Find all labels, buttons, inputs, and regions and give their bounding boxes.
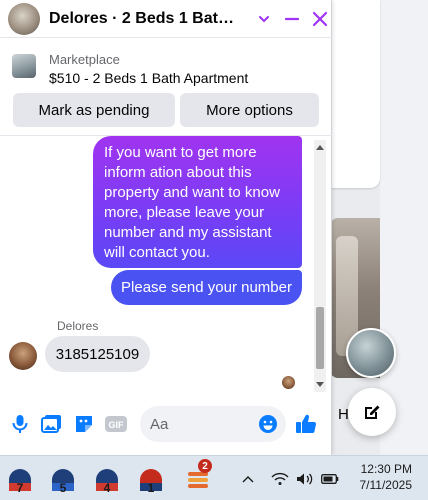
weather-widget-3[interactable]: 4	[91, 462, 123, 496]
battery-icon[interactable]	[320, 468, 340, 490]
microphone-icon[interactable]	[6, 410, 34, 438]
listing-title[interactable]: $510 - 2 Beds 1 Bath Apartment	[49, 70, 248, 86]
wifi-icon[interactable]	[270, 468, 290, 490]
notification-badge: 2	[198, 459, 212, 473]
chat-title[interactable]: Delores · 2 Beds 1 Bath Apartment	[49, 10, 242, 28]
tray-overflow-chevron-icon[interactable]	[240, 468, 256, 490]
listing-thumbnail[interactable]	[12, 54, 36, 78]
background-card	[330, 0, 380, 188]
weather-widget-2[interactable]: 5	[47, 462, 79, 496]
scroll-down-arrow[interactable]	[314, 380, 326, 390]
clock-date: 7/11/2025	[359, 478, 413, 492]
scroll-up-arrow[interactable]	[314, 142, 326, 152]
mark-as-pending-button[interactable]: Mark as pending	[13, 93, 175, 127]
svg-text:GIF: GIF	[109, 420, 125, 430]
composer: GIF	[0, 398, 332, 450]
chevron-down-icon[interactable]	[252, 7, 276, 31]
gif-icon[interactable]: GIF	[102, 410, 130, 438]
emoji-icon[interactable]	[256, 412, 280, 436]
scroll-thumb[interactable]	[316, 307, 324, 369]
close-icon[interactable]	[308, 7, 332, 31]
weather-number: 5	[59, 481, 67, 495]
chat-head-avatar[interactable]	[346, 328, 396, 378]
minimize-icon[interactable]	[280, 7, 304, 31]
photo-icon[interactable]	[38, 410, 66, 438]
incoming-message[interactable]: 3185125109	[45, 336, 150, 372]
taskbar-clock[interactable]: 12:30 PM 7/11/2025	[350, 461, 413, 493]
compose-icon	[365, 405, 380, 419]
volume-icon[interactable]	[295, 468, 315, 490]
weather-number: 1	[147, 481, 155, 495]
message-list: If you want to get more inform ation abo…	[0, 136, 314, 394]
chat-header[interactable]: Delores · 2 Beds 1 Bath Apartment	[0, 0, 332, 38]
chat-window: Delores · 2 Beds 1 Bath Apartment Market…	[0, 0, 332, 455]
outgoing-message[interactable]: Please send your number	[111, 270, 302, 305]
weather-number: 4	[103, 481, 111, 495]
outgoing-message[interactable]: If you want to get more inform ation abo…	[93, 136, 302, 268]
clock-time: 12:30 PM	[360, 462, 412, 476]
background-page	[380, 0, 428, 455]
more-options-button[interactable]: More options	[180, 93, 319, 127]
sticker-icon[interactable]	[70, 410, 98, 438]
weather-widget-4[interactable]: 1	[135, 462, 167, 496]
contact-avatar[interactable]	[8, 2, 40, 35]
read-receipt-avatar	[282, 376, 295, 389]
scrollbar[interactable]	[314, 140, 326, 392]
message-input-wrapper	[140, 406, 286, 442]
thumbs-up-icon[interactable]	[292, 410, 320, 438]
sender-avatar[interactable]	[9, 342, 37, 370]
sender-name: Delores	[57, 319, 99, 333]
new-message-button[interactable]	[348, 388, 396, 436]
weather-widget-1[interactable]: 7	[4, 462, 36, 496]
marketplace-label: Marketplace	[49, 52, 120, 67]
weather-number: 7	[16, 481, 24, 495]
message-input[interactable]	[150, 406, 250, 442]
marketplace-card: Marketplace $510 - 2 Beds 1 Bath Apartme…	[0, 38, 332, 136]
